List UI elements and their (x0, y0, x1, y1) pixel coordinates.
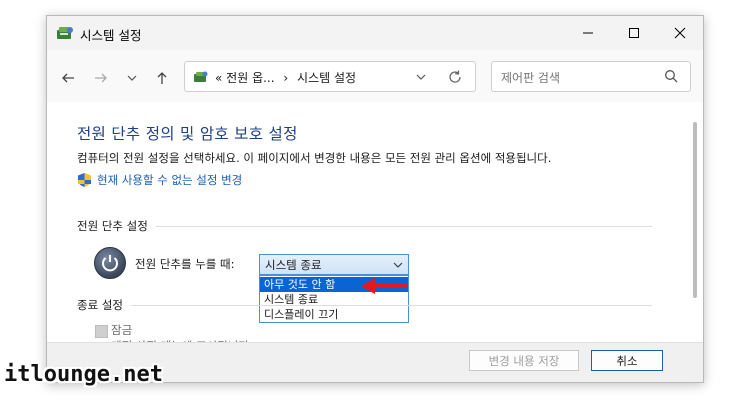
maximize-icon (629, 28, 639, 38)
power-button-group-label: 전원 단추 설정 (77, 218, 156, 234)
close-button[interactable] (657, 16, 703, 50)
power-button-icon (94, 247, 126, 279)
power-button-label: 전원 단추를 누를 때: (135, 257, 235, 271)
group-divider (77, 226, 652, 227)
page-description: 컴퓨터의 전원 설정을 선택하세요. 이 페이지에서 변경한 내용은 모든 전원… (77, 151, 552, 165)
close-icon (674, 27, 686, 39)
back-button[interactable] (57, 67, 79, 89)
uac-shield-icon (78, 173, 91, 187)
chevron-down-icon (393, 262, 403, 268)
shutdown-settings-group-label: 종료 설정 (77, 297, 131, 313)
minimize-icon (583, 32, 593, 34)
chevron-down-icon[interactable] (415, 71, 427, 83)
save-changes-button[interactable]: 변경 내용 저장 (469, 350, 579, 371)
settings-content: 전원 단추 정의 및 암호 보호 설정 컴퓨터의 전원 설정을 선택하세요. 이… (47, 102, 703, 344)
search-box[interactable]: 제어판 검색 (491, 61, 691, 92)
breadcrumb-overflow[interactable]: « (215, 71, 222, 85)
cancel-button[interactable]: 취소 (591, 350, 663, 371)
control-panel-icon (57, 27, 73, 39)
window-title: 시스템 설정 (80, 28, 142, 43)
system-settings-window: 시스템 설정 « 전원 옵... › 시스템 설정 제어판 검색 전원 단추 정… (46, 15, 704, 383)
page-title: 전원 단추 정의 및 암호 보호 설정 (77, 125, 298, 143)
arrow-up-icon (157, 72, 167, 84)
recent-locations-button[interactable] (121, 67, 143, 89)
maximize-button[interactable] (611, 16, 657, 50)
select-current-value: 시스템 종료 (265, 258, 322, 272)
group-divider (77, 305, 652, 306)
power-symbol-icon (102, 255, 118, 272)
arrow-left-icon (62, 73, 74, 83)
lock-label: 잠금 (111, 323, 133, 337)
search-icon[interactable] (664, 69, 678, 83)
power-action-select[interactable]: 시스템 종료 (259, 254, 409, 275)
refresh-icon[interactable] (447, 69, 463, 85)
vertical-scrollbar[interactable] (693, 122, 697, 298)
search-placeholder: 제어판 검색 (501, 71, 561, 85)
control-panel-icon (194, 71, 208, 82)
address-bar[interactable]: « 전원 옵... › 시스템 설정 (184, 61, 476, 92)
minimize-button[interactable] (565, 16, 611, 50)
breadcrumb-system-settings[interactable]: 시스템 설정 (297, 71, 356, 85)
forward-button[interactable] (90, 67, 112, 89)
lock-checkbox[interactable] (95, 325, 108, 338)
option-turn-off-display[interactable]: 디스플레이 끄기 (260, 307, 408, 322)
navigation-bar: « 전원 옵... › 시스템 설정 제어판 검색 (47, 50, 703, 102)
change-unavailable-settings-link[interactable]: 현재 사용할 수 없는 설정 변경 (97, 172, 242, 188)
breadcrumb: « 전원 옵... › 시스템 설정 (215, 69, 356, 86)
breadcrumb-power-options[interactable]: 전원 옵... (226, 71, 274, 85)
breadcrumb-separator: › (283, 71, 289, 85)
title-bar: 시스템 설정 (47, 16, 703, 50)
up-button[interactable] (151, 67, 173, 89)
site-watermark: itlounge.net (4, 362, 163, 387)
chevron-down-icon (127, 75, 137, 81)
arrow-right-icon (95, 73, 107, 83)
red-arrow-annotation (361, 278, 407, 294)
